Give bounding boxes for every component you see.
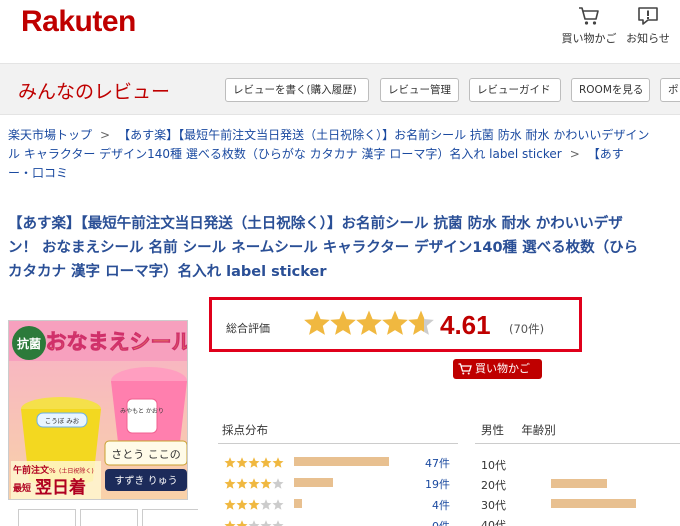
age-bar [551,499,637,508]
row-stars-icon [224,499,284,510]
rating-count[interactable]: (70件) [509,321,544,337]
age-row: 40代 [475,515,680,526]
rating-star [304,310,330,335]
age-label: 30代 [481,499,506,512]
write-review-button[interactable]: レビューを書く(購入履歴) [225,78,369,102]
rating-value: 4.61 [440,310,491,340]
age-label: 40代 [481,519,506,526]
antibacterial-badge-text: 抗菌 [17,336,41,351]
review-manage-button[interactable]: レビュー管理 [380,78,459,102]
add-to-cart-label: 買い物かご [475,362,530,375]
review-section-title[interactable]: みんなのレビュー [18,77,170,104]
score-count[interactable]: 0件 [432,518,450,526]
rakuten-logo[interactable]: Rakuten [21,5,136,39]
sticker1-text: こうぼ みお [45,417,80,425]
age-distribution: 男性 年齢別 10代 20代 30代 40代 [475,419,680,526]
breadcrumb-item-link[interactable]: 【あす楽】【最短午前注文当日発送（土日祝除く）】お名前シール 抗菌 防水 耐水 … [118,128,649,142]
product-photo: こうぼ みお みやもと かおり 抗菌 おなまえシール さとう ここの すずき り… [9,321,189,499]
review-subheader: みんなのレビュー レビューを書く(購入履歴) レビュー管理 レビューガイド RO… [0,63,680,115]
promo-line2: 最短 [13,482,31,494]
promo-small: % [49,467,56,475]
add-to-cart-button[interactable]: 買い物かご [453,359,542,379]
product-title[interactable]: 【あす楽】【最短午前注文当日発送（土日祝除く）】お名前シール 抗菌 防水 耐水 … [8,212,680,284]
rating-star [408,310,434,335]
breadcrumb-item-link-cont[interactable]: ル キャラクター デザイン140種 選べる枚数（ひらがな カタカナ 漢字 ローマ… [8,147,562,161]
top-header: Rakuten 買い物かご お知らせ [0,0,680,62]
product-title-line: カタカナ 漢字 ローマ字）名入れ label sticker [8,264,327,280]
score-row[interactable]: 47件 [218,453,458,474]
age-row: 30代 [475,495,680,516]
row-stars-icon [224,520,284,526]
score-bar [294,457,390,466]
overall-rating-label: 総合評価 [226,322,270,335]
score-distribution: 採点分布 47件 19件 4件 0件 [218,419,458,526]
score-row[interactable]: 19件 [218,474,458,495]
score-count[interactable]: 19件 [425,476,450,492]
score-bar [294,478,333,487]
row-stars-icon [224,457,284,468]
score-row[interactable]: 0件 [218,516,458,526]
thumbnail[interactable] [18,509,76,526]
overall-rating-box: 総合評価 4.61 (70件) [209,297,582,352]
notice-label: お知らせ [626,32,670,45]
product-title-line: 【あす楽】【最短午前注文当日発送（土日祝除く）】お名前シール 抗菌 防水 耐水 … [8,216,623,232]
breadcrumb: 楽天市場トップ > 【あす楽】【最短午前注文当日発送（土日祝除く）】お名前シール 抗… [8,126,680,183]
rating-stars-icon [304,310,434,335]
breadcrumb-separator: > [569,147,580,161]
score-bar [294,499,303,508]
breadcrumb-separator: > [100,128,111,142]
cart-label: 買い物かご [561,32,617,45]
score-count[interactable]: 47件 [425,455,450,471]
age-distribution-heading: 男性 年齢別 [475,419,680,444]
product-thumbnails [8,509,198,526]
age-label: 20代 [481,479,506,492]
rating-star [330,310,356,335]
header-notice-link[interactable]: お知らせ [620,6,676,46]
thumbnail[interactable] [80,509,138,526]
rating-star [356,310,382,335]
room-button[interactable]: ROOMを見る [571,78,650,102]
promo-line1: 午前注文 [13,464,50,476]
label-a-text: さとう ここの [111,448,181,461]
header-cart-link[interactable]: 買い物かご [561,6,617,46]
promo-small2: (土日祝除く) [59,467,94,475]
headline-text: おなまえシール [46,330,189,354]
review-guide-button[interactable]: レビューガイド [469,78,561,102]
rating-star [382,310,408,335]
thumbnail[interactable] [142,509,198,526]
score-count[interactable]: 4件 [432,497,450,513]
notice-icon [638,7,658,25]
breadcrumb-top-link[interactable]: 楽天市場トップ [8,128,92,142]
age-label: 10代 [481,459,506,472]
gender-tab[interactable]: 男性 [481,423,504,437]
score-row[interactable]: 4件 [218,495,458,516]
age-bar [551,479,607,488]
row-stars-icon [224,478,284,489]
sticker2-text: みやもと かおり [120,407,164,415]
breadcrumb-review-link-cont[interactable]: ー・口コミ [8,166,68,180]
promo-big: 翌日着 [35,477,86,498]
product-image[interactable]: こうぼ みお みやもと かおり 抗菌 おなまえシール さとう ここの すずき り… [8,320,188,500]
breadcrumb-review-link[interactable]: 【あす [588,147,624,161]
cart-icon [458,363,472,375]
score-distribution-heading: 採点分布 [218,419,458,444]
product-title-line: ン！ おなまえシール 名前 シール ネームシール キャラクター デザイン140種… [8,240,639,256]
age-row: 20代 [475,475,680,496]
age-tab[interactable]: 年齢別 [521,423,556,437]
cart-icon [579,7,599,25]
label-b-text: すずき りゅう [114,475,177,487]
point-button[interactable]: ポ [660,78,680,102]
age-row: 10代 [475,455,680,476]
